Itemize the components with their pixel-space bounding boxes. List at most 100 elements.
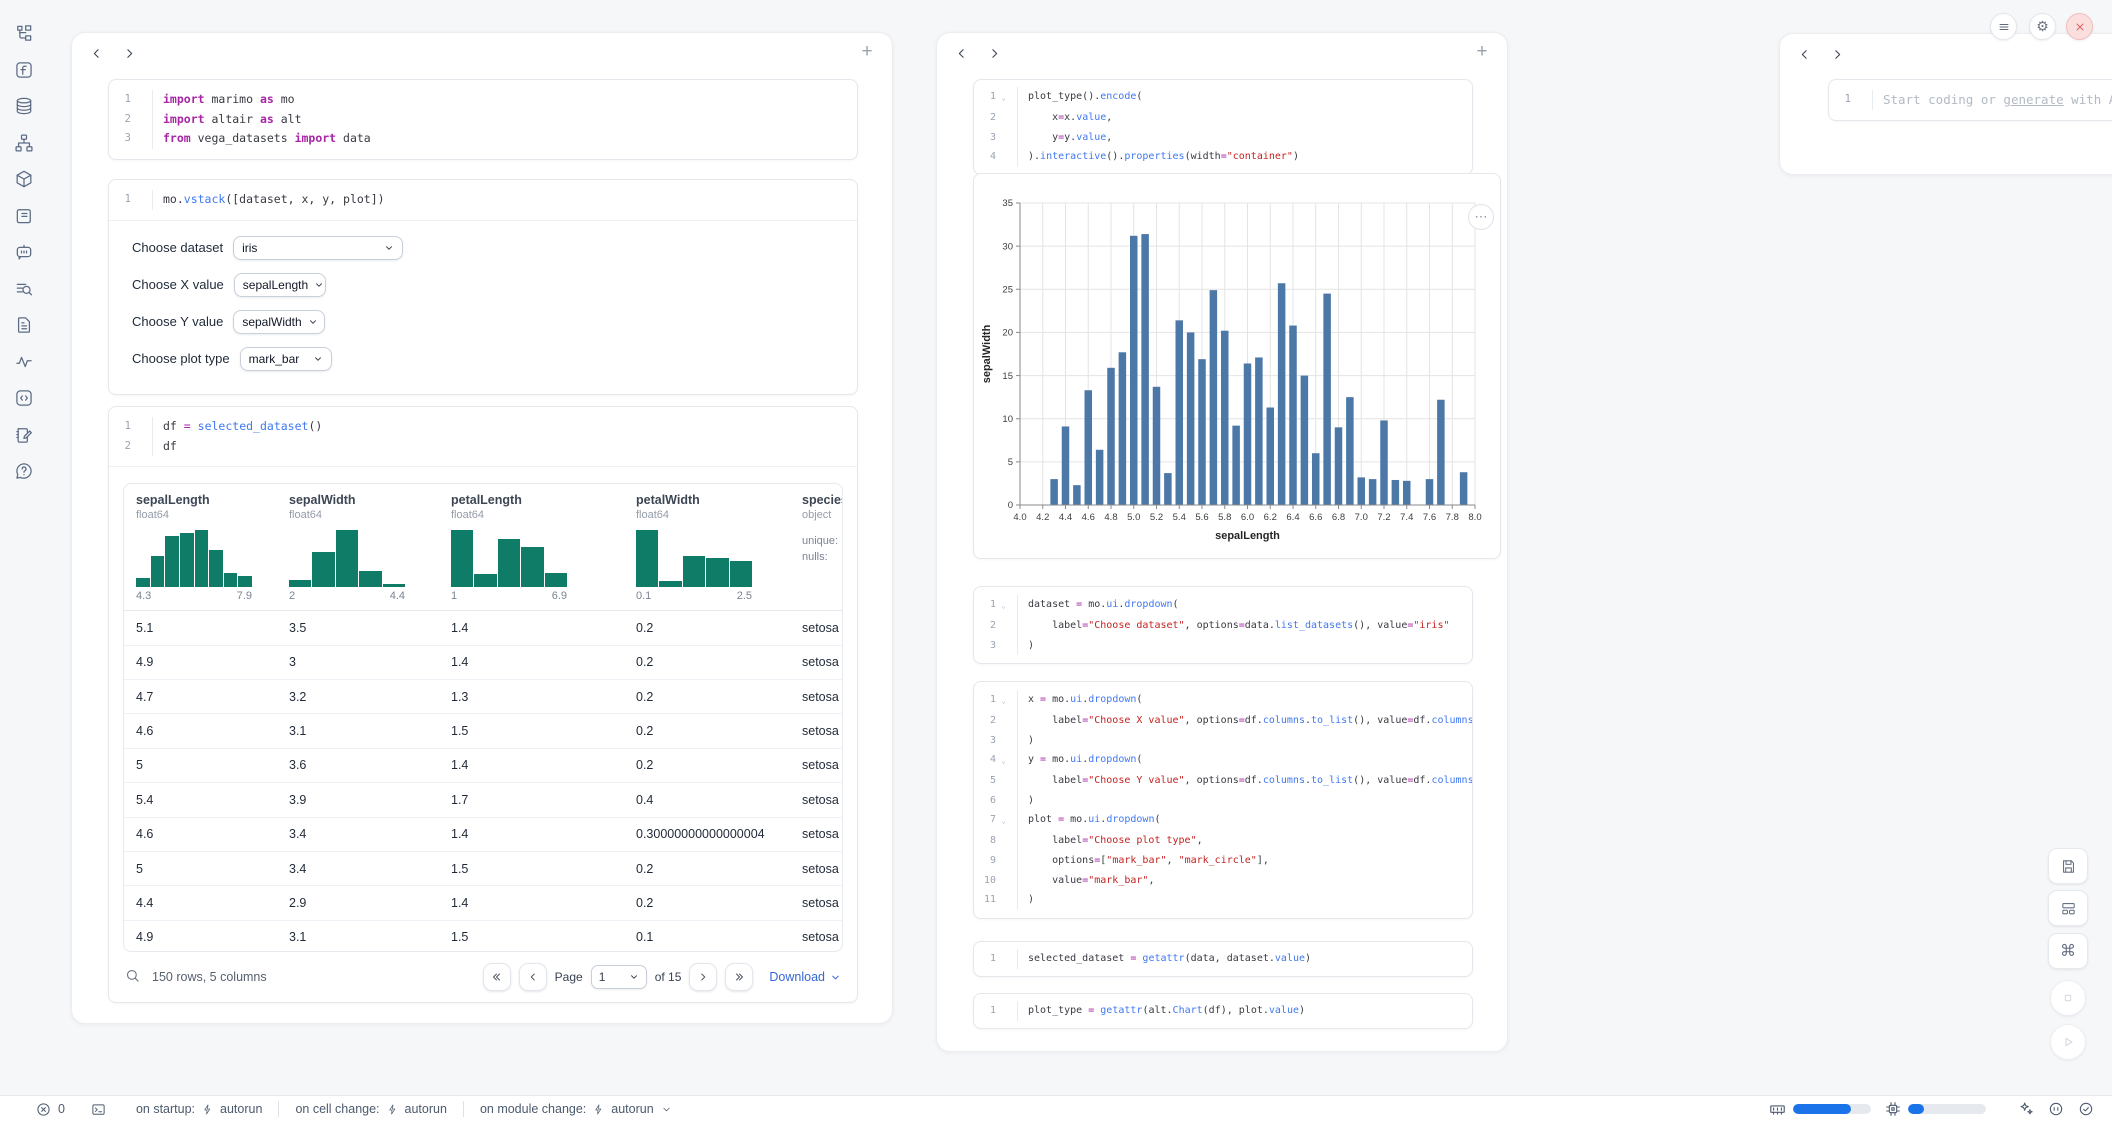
dependency-graph-icon[interactable] (14, 133, 34, 153)
fold-marker[interactable] (996, 711, 1011, 731)
fold-marker[interactable]: ⌄ (996, 87, 1011, 108)
snippets-icon[interactable] (14, 388, 34, 408)
code-line[interactable]: 10 value="mark_bar", (974, 871, 1472, 891)
table-row[interactable]: 4.63.11.50.2setosa (124, 714, 842, 748)
error-count-indicator[interactable]: 0 (36, 1102, 65, 1117)
chevron-left-icon[interactable] (1794, 44, 1814, 64)
fold-marker[interactable] (996, 616, 1011, 636)
code-line[interactable]: 2import altair as alt (109, 110, 857, 130)
settings-button[interactable]: ⚙ (2029, 13, 2056, 40)
save-button[interactable] (2048, 848, 2088, 884)
code-line[interactable]: 9 options=["mark_bar", "mark_circle"], (974, 851, 1472, 871)
fold-marker[interactable] (996, 731, 1011, 751)
code-line[interactable]: 7⌄plot = mo.ui.dropdown( (974, 810, 1472, 831)
page-select[interactable]: 1 (591, 965, 647, 989)
terminal-button[interactable] (91, 1102, 106, 1117)
fold-marker[interactable]: ⌄ (996, 595, 1011, 616)
datasources-icon[interactable] (14, 96, 34, 116)
download-button[interactable]: Download (769, 970, 841, 984)
search-icon[interactable] (125, 968, 140, 986)
table-row[interactable]: 4.73.21.30.2setosa (124, 680, 842, 714)
close-panel-button[interactable] (2066, 13, 2093, 40)
chevron-right-icon[interactable] (984, 43, 1004, 63)
on-startup-setting[interactable]: on startup: autorun (136, 1102, 262, 1116)
code-line[interactable]: 3) (974, 636, 1472, 656)
code-line[interactable]: 4).interactive().properties(width="conta… (974, 147, 1472, 167)
table-row[interactable]: 5.13.51.40.2setosa (124, 611, 842, 645)
cpu-usage[interactable] (1885, 1101, 1986, 1117)
code-line[interactable]: 8 label="Choose plot type", (974, 831, 1472, 851)
code-line[interactable]: 3from vega_datasets import data (109, 129, 857, 149)
code-line[interactable]: 3) (974, 731, 1472, 751)
code-cell-plot[interactable]: 1⌄plot_type().encode(2 x=x.value,3 y=y.v… (973, 79, 1473, 175)
code-cell-xy-plot-dropdowns[interactable]: 1⌄x = mo.ui.dropdown(2 label="Choose X v… (973, 681, 1473, 919)
dropdown-select[interactable]: mark_bar (240, 347, 332, 371)
fold-marker[interactable]: ⌄ (996, 690, 1011, 711)
code-line[interactable]: 2df (109, 437, 857, 457)
code-cell-vstack[interactable]: 1mo.vstack([dataset, x, y, plot]) Choose… (108, 179, 858, 395)
on-module-change-setting[interactable]: on module change: autorun (480, 1102, 672, 1116)
code-line[interactable]: 2 label="Choose X value", options=df.col… (974, 711, 1472, 731)
code-line[interactable]: 2 label="Choose dataset", options=data.l… (974, 616, 1472, 636)
dropdown-select[interactable]: iris (233, 236, 403, 260)
code-line[interactable]: 1mo.vstack([dataset, x, y, plot]) (109, 190, 857, 210)
generate-with-ai-link[interactable]: generate (2003, 92, 2063, 107)
table-row[interactable]: 53.61.40.2setosa (124, 749, 842, 783)
packages-icon[interactable] (14, 169, 34, 189)
chevron-right-icon[interactable] (1827, 44, 1847, 64)
fold-marker[interactable] (996, 890, 1011, 910)
table-row[interactable]: 5.43.91.70.4setosa (124, 783, 842, 817)
keyboard-shortcuts-button[interactable]: ⌘ (2048, 933, 2088, 969)
next-page-button[interactable] (689, 963, 717, 991)
on-cell-change-setting[interactable]: on cell change: autorun (295, 1102, 447, 1116)
fold-marker[interactable] (996, 851, 1011, 871)
code-line[interactable]: 1df = selected_dataset() (109, 417, 857, 437)
fold-marker[interactable] (996, 791, 1011, 811)
run-button[interactable] (2050, 1024, 2086, 1060)
fold-marker[interactable]: ⌄ (996, 810, 1011, 831)
code-line[interactable]: 2 x=x.value, (974, 108, 1472, 128)
code-line[interactable]: 11) (974, 890, 1472, 910)
code-cell-dataframe[interactable]: 1df = selected_dataset()2df sepalLengthf… (108, 406, 858, 1003)
fold-marker[interactable] (996, 108, 1011, 128)
table-row[interactable]: 4.93.11.50.1setosa (124, 921, 842, 952)
code-cell-plot-type[interactable]: 1plot_type = getattr(alt.Chart(df), plot… (973, 993, 1473, 1029)
stop-button[interactable] (2050, 980, 2086, 1016)
column-header-petalLength[interactable]: petalLengthfloat6416.9 (439, 484, 624, 610)
chevron-right-icon[interactable] (119, 43, 139, 63)
fold-marker[interactable] (996, 831, 1011, 851)
column-header-petalWidth[interactable]: petalWidthfloat640.12.5 (624, 484, 790, 610)
scratchpad-icon[interactable] (14, 425, 34, 445)
code-line[interactable]: 1selected_dataset = getattr(data, datase… (974, 949, 1472, 969)
code-line[interactable]: 6) (974, 791, 1472, 811)
column-header-species[interactable]: speciesobjectunique:nulls: (790, 484, 842, 610)
code-cell-selected-dataset[interactable]: 1selected_dataset = getattr(data, datase… (973, 941, 1473, 977)
table-row[interactable]: 53.41.50.2setosa (124, 852, 842, 886)
code-line[interactable]: 1⌄dataset = mo.ui.dropdown( (974, 595, 1472, 616)
memory-usage[interactable] (1769, 1101, 1871, 1118)
fold-marker[interactable] (996, 636, 1011, 656)
code-line[interactable]: 1plot_type = getattr(alt.Chart(df), plot… (974, 1001, 1472, 1021)
code-line[interactable]: 3 y=y.value, (974, 128, 1472, 148)
fold-marker[interactable] (996, 771, 1011, 791)
help-icon[interactable] (14, 461, 34, 481)
last-page-button[interactable] (725, 963, 753, 991)
bar-chart[interactable]: 4.04.24.44.64.85.05.25.45.65.86.06.26.46… (974, 174, 1498, 556)
chevron-left-icon[interactable] (86, 43, 106, 63)
functions-icon[interactable] (14, 60, 34, 80)
code-line[interactable]: 1⌄plot_type().encode( (974, 87, 1472, 108)
chart-actions-menu-icon[interactable]: ⋯ (1468, 204, 1494, 230)
tracing-icon[interactable] (14, 352, 34, 372)
menu-button[interactable] (1990, 13, 2017, 40)
scratchpad-input[interactable]: Start coding or generate with AI (1872, 90, 2112, 110)
table-row[interactable]: 4.63.41.40.30000000000000004setosa (124, 818, 842, 852)
code-cell-imports[interactable]: 1import marimo as mo2import altair as al… (108, 79, 858, 160)
file-tree-icon[interactable] (14, 23, 34, 43)
scratchpad-cell[interactable]: 1 Start coding or generate with AI (1828, 79, 2112, 121)
fold-marker[interactable] (996, 871, 1011, 891)
ai-assist-button[interactable] (2018, 1101, 2034, 1117)
ai-chat-icon[interactable] (14, 242, 34, 262)
code-cell-dataset-dropdown[interactable]: 1⌄dataset = mo.ui.dropdown(2 label="Choo… (973, 586, 1473, 664)
documentation-icon[interactable] (14, 206, 34, 226)
layout-button[interactable] (2048, 890, 2088, 926)
